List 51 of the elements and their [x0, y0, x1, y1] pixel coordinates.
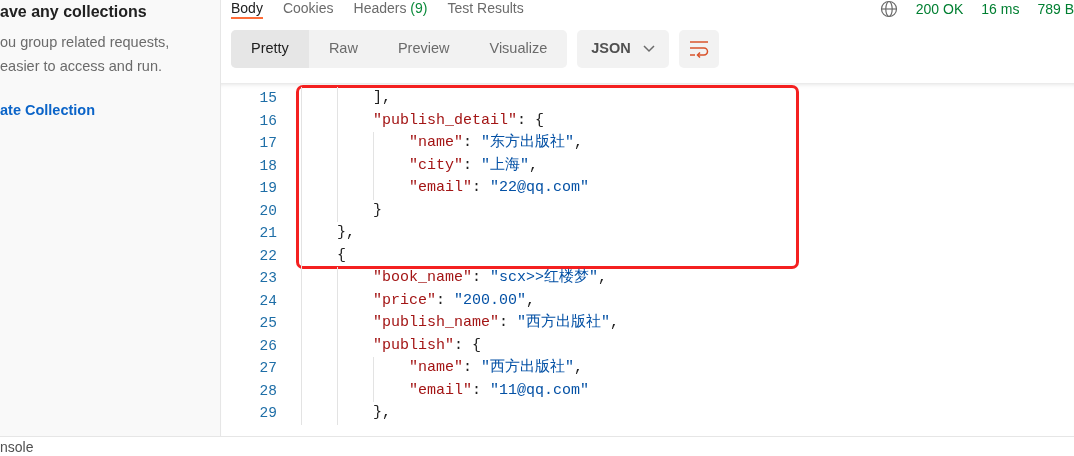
code-line: {: [301, 244, 346, 267]
code-line: "book_name": "scx>>红楼梦",: [301, 267, 608, 290]
response-size: 789 B: [1037, 1, 1074, 17]
view-mode-tab[interactable]: Pretty: [231, 30, 309, 68]
line-number: 18: [258, 156, 277, 176]
view-mode-tab[interactable]: Preview: [377, 30, 470, 68]
code-line: },: [301, 402, 391, 425]
chevron-icon: [642, 45, 655, 53]
code-line: "email": "11@qq.com": [301, 379, 590, 402]
line-number: 22: [258, 246, 277, 266]
line-number: 16: [258, 111, 277, 131]
line-number: 23: [258, 269, 277, 288]
line-number: 20: [258, 201, 277, 221]
sidebar-heading: ave any collections: [0, 3, 147, 21]
code-line: "price": "200.00",: [301, 289, 536, 312]
line-number: 15: [258, 89, 277, 108]
line-number: 29: [258, 404, 277, 423]
code-line: "name": "东方出版社",: [301, 132, 584, 155]
line-number: 27: [258, 359, 277, 378]
code-line: "name": "西方出版社",: [301, 357, 584, 380]
sidebar-description: easier to access and run.: [0, 57, 162, 76]
response-tab[interactable]: Test Results: [447, 0, 524, 19]
code-line: "publish_name": "西方出版社",: [301, 312, 620, 335]
wrap-icon: [688, 40, 709, 58]
code-line: "email": "22@qq.com": [301, 177, 590, 200]
format-dropdown[interactable]: JSON: [577, 30, 669, 68]
line-number: 25: [258, 314, 277, 333]
line-number: 21: [258, 224, 277, 243]
console-label[interactable]: nsole: [0, 439, 34, 455]
response-tab[interactable]: Body: [231, 0, 263, 19]
code-line: ],: [301, 87, 391, 110]
line-number: 26: [258, 336, 277, 356]
code-line: },: [301, 222, 355, 245]
view-mode-tab[interactable]: Raw: [308, 30, 378, 68]
code-line: "publish_detail": {: [301, 109, 545, 132]
code-line: "publish": {: [301, 334, 482, 357]
create-collection-link[interactable]: ate Collection: [0, 100, 96, 122]
code-line: "city": "上海",: [301, 154, 539, 177]
wrap-lines-button[interactable]: [678, 30, 719, 68]
line-number: 17: [258, 134, 277, 153]
view-mode-tab[interactable]: Visualize: [469, 30, 568, 68]
response-time: 16 ms: [981, 1, 1020, 17]
response-tab[interactable]: Cookies: [282, 0, 334, 19]
sidebar-description: ou group related requests,: [0, 33, 170, 52]
line-number: 28: [258, 381, 277, 401]
line-number: 19: [258, 179, 277, 198]
code-line: }: [301, 199, 382, 222]
globe-icon[interactable]: [879, 0, 898, 18]
response-tab[interactable]: Headers (9): [353, 0, 428, 19]
status-code: 200 OK: [915, 1, 964, 17]
line-number: 24: [258, 291, 277, 311]
